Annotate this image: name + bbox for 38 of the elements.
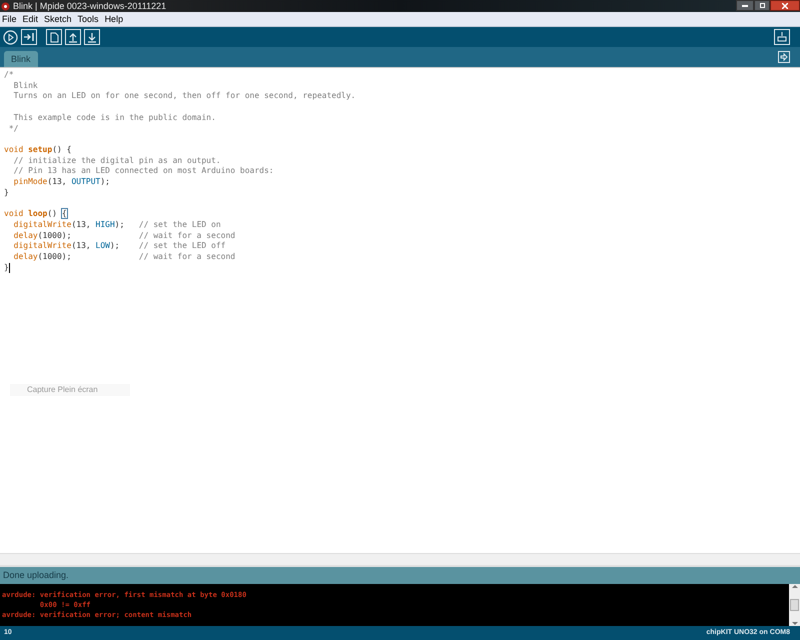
- code-line: /*: [4, 70, 14, 81]
- code-line: }: [4, 188, 9, 198]
- code-line: // Pin 13 has an LED connected on most Arduino boards:: [12, 166, 274, 177]
- code-line: // initialize the digital pin as an output.: [12, 156, 221, 166]
- menu-item[interactable]: File: [2, 14, 17, 24]
- code-line: delay(1000); // wait for a second: [12, 252, 236, 263]
- download-arrow-icon[interactable]: [84, 29, 100, 45]
- close-button[interactable]: [770, 0, 800, 11]
- scroll-thumb[interactable]: [790, 599, 799, 611]
- code-line: */: [8, 124, 18, 134]
- window-title: Blink | Mpide 0023-windows-20111221: [13, 0, 166, 12]
- verify-icon[interactable]: [3, 30, 18, 44]
- tooltip-label: Capture Plein écran: [10, 384, 130, 396]
- menu-item[interactable]: Help: [104, 14, 124, 24]
- code-line: digitalWrite(13, HIGH); // set the LED on: [12, 220, 221, 230]
- upload-icon[interactable]: [21, 29, 37, 45]
- code-line: This example code is in the public domain.: [12, 112, 216, 124]
- code-line: pinMode(13, OUTPUT);: [12, 177, 110, 188]
- code-line: Blink: [12, 80, 38, 92]
- code-line: void loop() {: [4, 209, 67, 220]
- close-icon: [782, 2, 788, 8]
- code-line: void setup() {: [4, 144, 72, 156]
- menu-item[interactable]: Sketch: [44, 14, 72, 24]
- code-line: delay(1000); // wait for a second: [12, 230, 236, 242]
- new-file-icon[interactable]: [46, 29, 62, 45]
- horizontal-scrollbar[interactable]: [0, 553, 800, 565]
- code-line: digitalWrite(13, LOW); // set the LED off: [12, 241, 226, 252]
- code-line: }: [4, 262, 10, 274]
- status-message: Done uploading.: [3, 568, 69, 582]
- app-icon: [1, 2, 10, 10]
- scroll-up-icon[interactable]: [792, 585, 798, 588]
- menu-item[interactable]: Tools: [78, 14, 99, 24]
- menu-item[interactable]: Edit: [22, 14, 38, 24]
- code-line: Turns on an LED on for one second, then off for one second, repeatedly.: [12, 91, 356, 102]
- minimize-button[interactable]: [736, 0, 754, 11]
- maximize-button[interactable]: [754, 0, 770, 11]
- file-tab[interactable]: Blink: [4, 51, 38, 67]
- vertical-scrollbar[interactable]: [789, 584, 800, 626]
